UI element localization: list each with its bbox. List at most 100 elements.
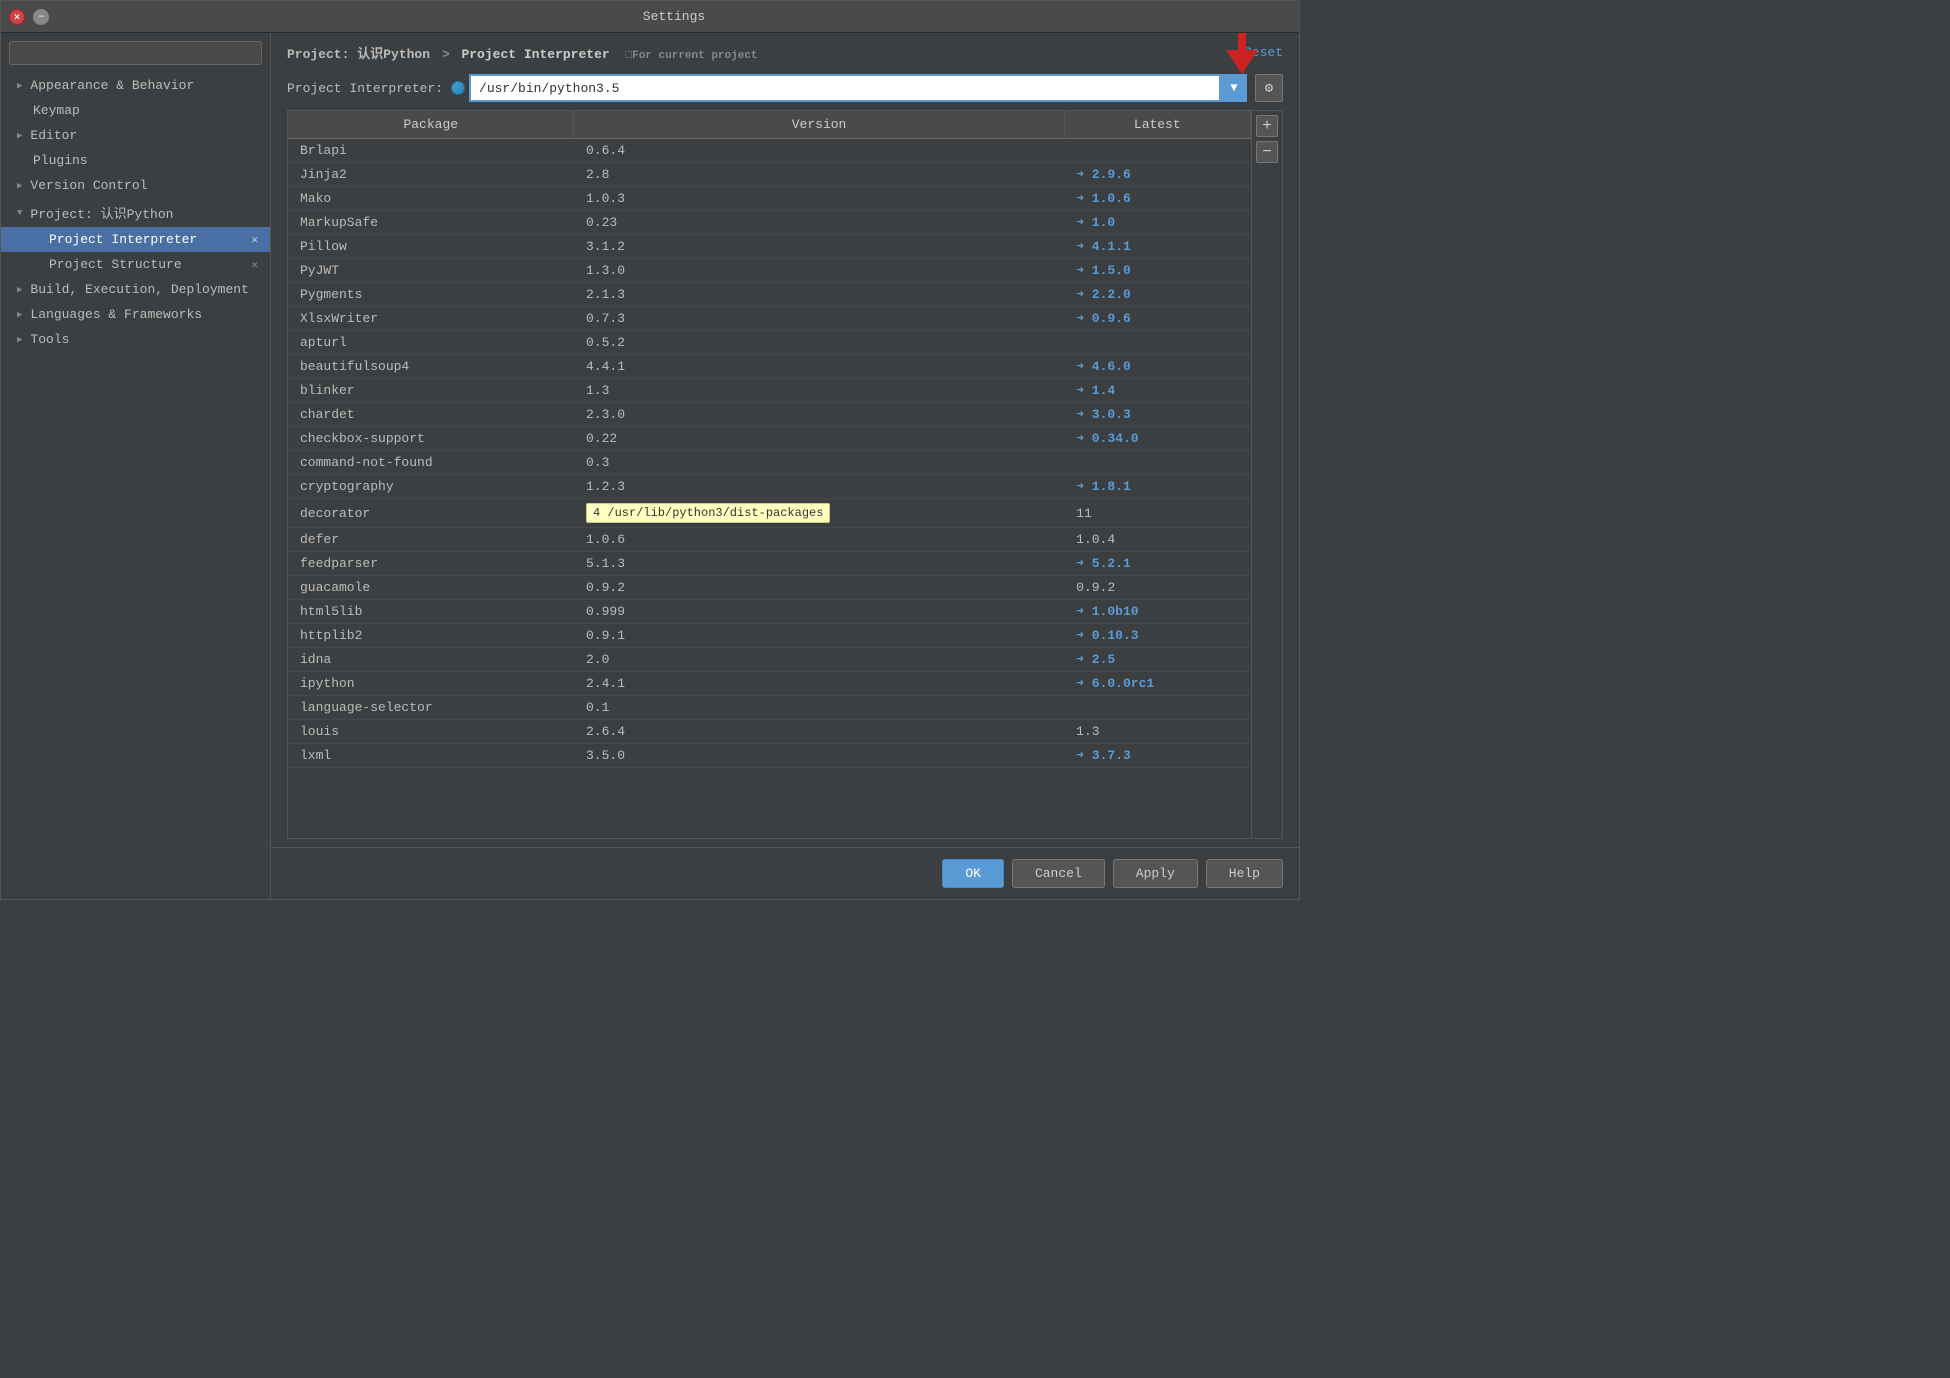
package-version: 0.9.1: [574, 624, 1064, 648]
package-latest: ➜ 1.0: [1064, 211, 1250, 235]
sidebar-item-keymap[interactable]: Keymap: [1, 98, 270, 123]
globe-icon: [451, 81, 465, 95]
table-row[interactable]: checkbox-support0.22➜ 0.34.0: [288, 427, 1251, 451]
table-row[interactable]: beautifulsoup44.4.1➜ 4.6.0: [288, 355, 1251, 379]
ok-button[interactable]: OK: [942, 859, 1004, 888]
table-row[interactable]: idna2.0➜ 2.5: [288, 648, 1251, 672]
table-row[interactable]: command-not-found0.3: [288, 451, 1251, 475]
sidebar-item-tools[interactable]: Tools: [1, 327, 270, 352]
apply-button[interactable]: Apply: [1113, 859, 1198, 888]
interpreter-dropdown-button[interactable]: ▼: [1221, 74, 1247, 102]
package-version: 2.3.0: [574, 403, 1064, 427]
table-row[interactable]: Jinja22.8➜ 2.9.6: [288, 163, 1251, 187]
table-row[interactable]: httplib20.9.1➜ 0.10.3: [288, 624, 1251, 648]
package-version: 0.22: [574, 427, 1064, 451]
sidebar-item-label: Project Structure: [49, 257, 182, 272]
package-name: command-not-found: [288, 451, 574, 475]
table-row[interactable]: PyJWT1.3.0➜ 1.5.0: [288, 259, 1251, 283]
packages-tbody: Brlapi0.6.4Jinja22.8➜ 2.9.6Mako1.0.3➜ 1.…: [288, 139, 1251, 768]
latest-arrow: ➜ 2.5: [1076, 652, 1115, 667]
package-name: Jinja2: [288, 163, 574, 187]
table-row[interactable]: Mako1.0.3➜ 1.0.6: [288, 187, 1251, 211]
table-row[interactable]: Pygments2.1.3➜ 2.2.0: [288, 283, 1251, 307]
table-row[interactable]: html5lib0.999➜ 1.0b10: [288, 600, 1251, 624]
sidebar-item-build[interactable]: Build, Execution, Deployment: [1, 277, 270, 302]
latest-arrow: ➜ 0.9.6: [1076, 311, 1131, 326]
sidebar-item-languages[interactable]: Languages & Frameworks: [1, 302, 270, 327]
sidebar-item-version-control[interactable]: Version Control: [1, 173, 270, 198]
interpreter-gear-button[interactable]: ⚙: [1255, 74, 1283, 102]
package-name: httplib2: [288, 624, 574, 648]
sidebar-item-project-interpreter[interactable]: Project Interpreter ✕: [1, 227, 270, 252]
search-input[interactable]: [9, 41, 262, 65]
table-row[interactable]: blinker1.3➜ 1.4: [288, 379, 1251, 403]
sidebar-item-appearance[interactable]: Appearance & Behavior: [1, 73, 270, 98]
package-latest: 0.9.2: [1064, 576, 1250, 600]
package-version: 1.2.3: [574, 475, 1064, 499]
sidebar-item-editor[interactable]: Editor: [1, 123, 270, 148]
package-version: 0.1: [574, 696, 1064, 720]
sidebar-item-plugins[interactable]: Plugins: [1, 148, 270, 173]
interpreter-row: Project Interpreter: ▼ ⚙ 选择解释器版本: [271, 70, 1299, 110]
sidebar-item-label: Plugins: [33, 153, 88, 168]
table-row[interactable]: lxml3.5.0➜ 3.7.3: [288, 744, 1251, 768]
table-row[interactable]: feedparser5.1.3➜ 5.2.1: [288, 552, 1251, 576]
package-latest: 11: [1064, 499, 1250, 528]
table-row[interactable]: ipython2.4.1➜ 6.0.0rc1: [288, 672, 1251, 696]
cancel-button[interactable]: Cancel: [1012, 859, 1105, 888]
sidebar-item-label: Tools: [30, 332, 69, 347]
reset-link[interactable]: Reset: [1244, 45, 1283, 60]
minimize-button[interactable]: –: [33, 9, 49, 25]
package-name: beautifulsoup4: [288, 355, 574, 379]
package-name: apturl: [288, 331, 574, 355]
package-version: 0.9.2: [574, 576, 1064, 600]
interpreter-label: Project Interpreter:: [287, 81, 443, 96]
sidebar-item-project-structure[interactable]: Project Structure ✕: [1, 252, 270, 277]
package-version: 2.8: [574, 163, 1064, 187]
table-row[interactable]: louis2.6.41.3: [288, 720, 1251, 744]
table-row[interactable]: defer1.0.61.0.4: [288, 528, 1251, 552]
table-row[interactable]: guacamole0.9.20.9.2: [288, 576, 1251, 600]
package-name: cryptography: [288, 475, 574, 499]
table-row[interactable]: cryptography1.2.3➜ 1.8.1: [288, 475, 1251, 499]
packages-table: Package Version Latest Brlapi0.6.4Jinja2…: [288, 111, 1251, 768]
package-version: 2.1.3: [574, 283, 1064, 307]
package-name: lxml: [288, 744, 574, 768]
table-row[interactable]: Pillow3.1.2➜ 4.1.1: [288, 235, 1251, 259]
table-row[interactable]: apturl0.5.2: [288, 331, 1251, 355]
table-row[interactable]: MarkupSafe0.23➜ 1.0: [288, 211, 1251, 235]
table-row[interactable]: chardet2.3.0➜ 3.0.3: [288, 403, 1251, 427]
table-row[interactable]: language-selector0.1: [288, 696, 1251, 720]
package-name: language-selector: [288, 696, 574, 720]
package-latest: ➜ 3.0.3: [1064, 403, 1250, 427]
add-package-button[interactable]: +: [1256, 115, 1278, 137]
table-row[interactable]: XlsxWriter0.7.3➜ 0.9.6: [288, 307, 1251, 331]
col-version: Version: [574, 111, 1064, 139]
right-panel: Project: 认识Python > Project Interpreter …: [271, 33, 1299, 899]
table-row[interactable]: Brlapi0.6.4: [288, 139, 1251, 163]
help-button[interactable]: Help: [1206, 859, 1283, 888]
sidebar-item-label: Editor: [30, 128, 77, 143]
sidebar-item-project[interactable]: Project: 认识Python: [1, 198, 270, 227]
package-latest: ➜ 3.7.3: [1064, 744, 1250, 768]
version-tooltip: 4 /usr/lib/python3/dist-packages: [586, 503, 830, 523]
package-version: 3.5.0: [574, 744, 1064, 768]
package-version: 0.7.3: [574, 307, 1064, 331]
interpreter-input[interactable]: [469, 74, 1221, 102]
package-name: Pillow: [288, 235, 574, 259]
latest-arrow: ➜ 2.2.0: [1076, 287, 1131, 302]
sidebar-item-label: Keymap: [33, 103, 80, 118]
package-latest: ➜ 1.4: [1064, 379, 1250, 403]
package-name: html5lib: [288, 600, 574, 624]
breadcrumb: Project: 认识Python > Project Interpreter …: [287, 43, 758, 62]
table-with-btns: Package Version Latest Brlapi0.6.4Jinja2…: [288, 111, 1282, 838]
package-name: Mako: [288, 187, 574, 211]
remove-package-button[interactable]: −: [1256, 141, 1278, 163]
package-version: 1.3.0: [574, 259, 1064, 283]
table-row[interactable]: decorator4 /usr/lib/python3/dist-package…: [288, 499, 1251, 528]
package-latest: ➜ 1.0.6: [1064, 187, 1250, 211]
close-button[interactable]: ✕: [9, 9, 25, 25]
package-name: idna: [288, 648, 574, 672]
package-version: 0.6.4: [574, 139, 1064, 163]
package-latest: [1064, 139, 1250, 163]
